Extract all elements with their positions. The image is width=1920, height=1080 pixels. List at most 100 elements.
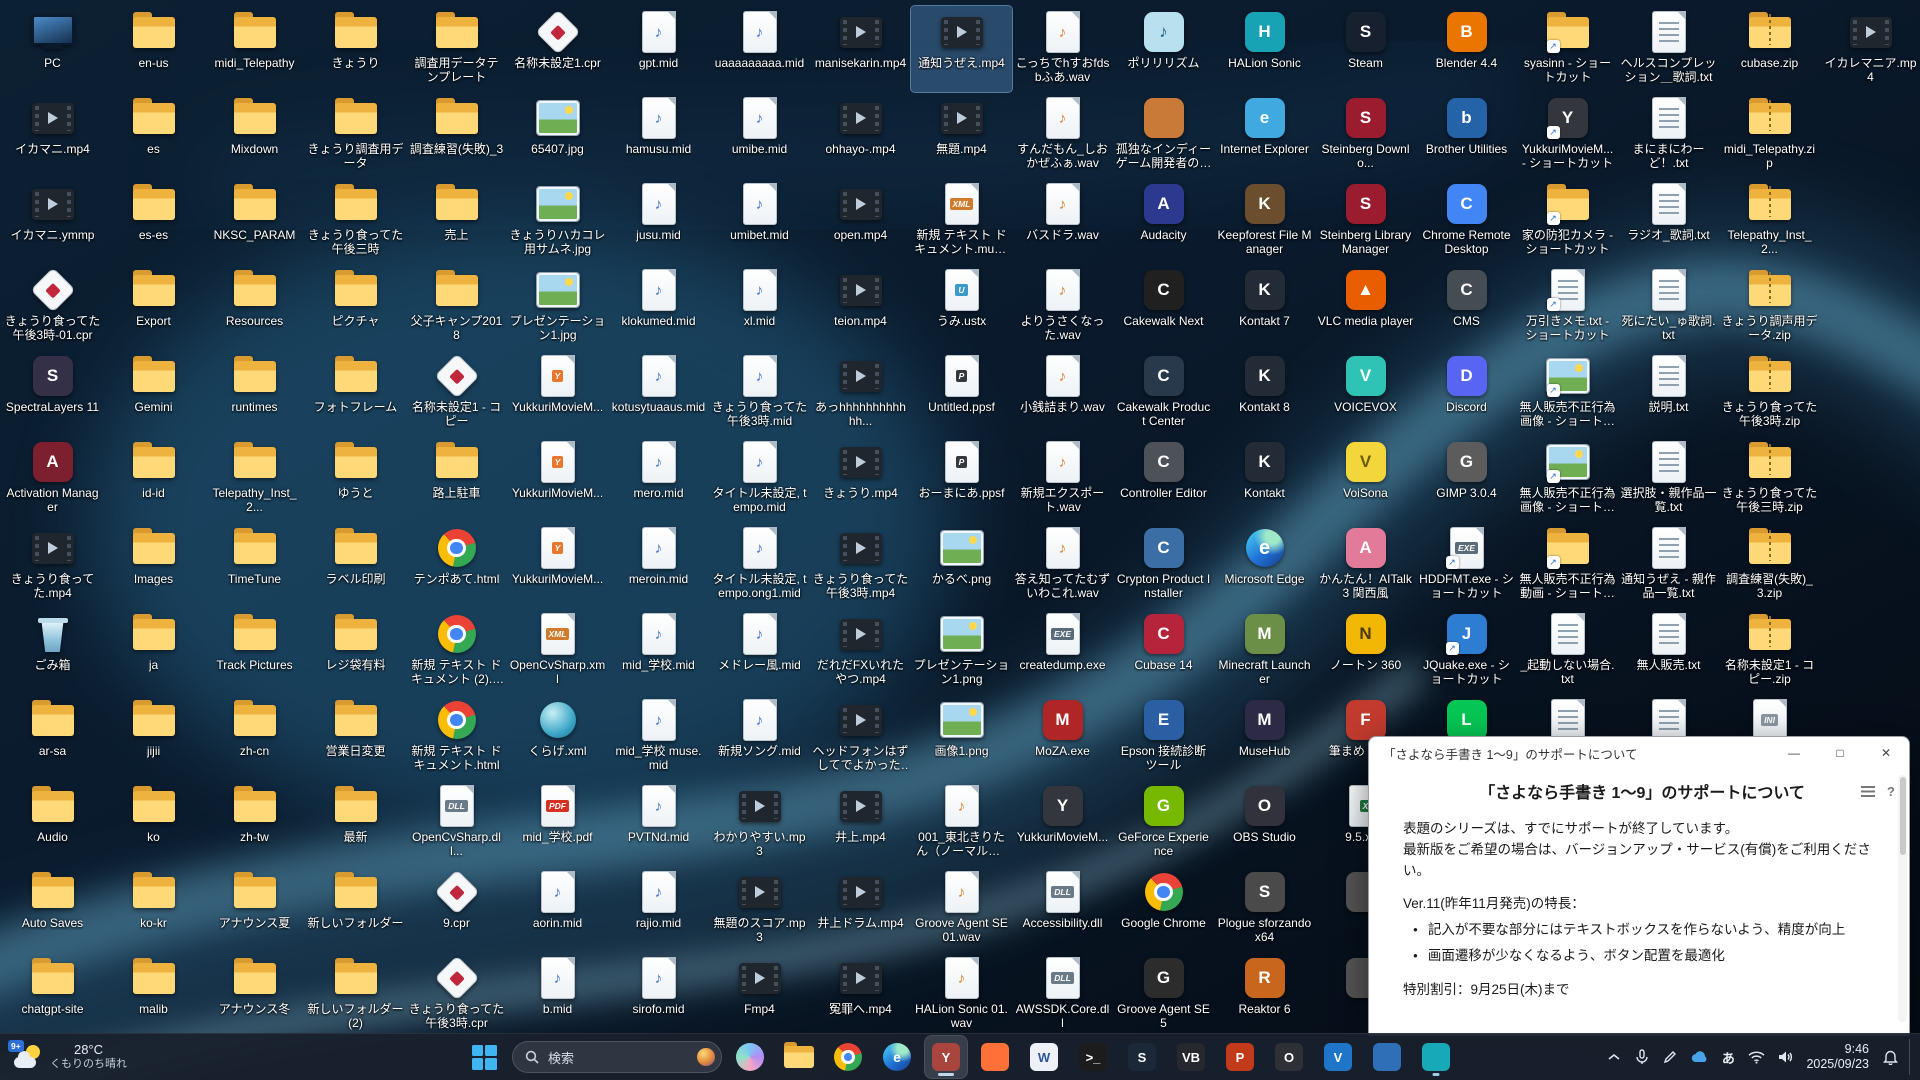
desktop-icon[interactable]: きょうり食ってた.mp4 bbox=[2, 522, 103, 608]
desktop-icon[interactable]: GGroove Agent SE 5 bbox=[1113, 952, 1214, 1034]
desktop-icon[interactable]: cubase.zip bbox=[1719, 6, 1820, 92]
desktop-icon[interactable]: ♪meroin.mid bbox=[608, 522, 709, 608]
desktop-icon[interactable]: ♪b.mid bbox=[507, 952, 608, 1034]
desktop-icon[interactable]: ピクチャ bbox=[305, 264, 406, 350]
tray-pen-button[interactable] bbox=[1657, 1039, 1683, 1075]
desktop-icon[interactable]: jijii bbox=[103, 694, 204, 780]
desktop-icon[interactable]: Pおーまにあ.ppsf bbox=[911, 436, 1012, 522]
desktop-icon[interactable]: malib bbox=[103, 952, 204, 1034]
desktop-icon[interactable]: zh-cn bbox=[204, 694, 305, 780]
desktop-icon[interactable]: きょうり食ってた午後三時 bbox=[305, 178, 406, 264]
desktop-icon[interactable]: ♪uaaaaaaaaa.mid bbox=[709, 6, 810, 92]
desktop-icon[interactable]: 新しいフォルダー (2) bbox=[305, 952, 406, 1034]
desktop-icon[interactable]: イカマニ.mp4 bbox=[2, 92, 103, 178]
desktop-icon[interactable]: SSpectraLayers 11 bbox=[2, 350, 103, 436]
desktop-icon[interactable]: DLLOpenCvSharp.dll... bbox=[406, 780, 507, 866]
desktop-icon[interactable]: テンポあて.html bbox=[406, 522, 507, 608]
wifi-button[interactable] bbox=[1743, 1039, 1770, 1075]
desktop-icon[interactable]: イカレマニア.mp4 bbox=[1820, 6, 1920, 92]
desktop-icon[interactable]: きょうり bbox=[305, 6, 406, 92]
desktop-icon[interactable]: ♪答え知ってたむずいわこれ.wav bbox=[1012, 522, 1113, 608]
desktop-icon[interactable]: 無題のスコア.mp3 bbox=[709, 866, 810, 952]
desktop-icon[interactable]: 新規 テキスト ドキュメント (2).html bbox=[406, 608, 507, 694]
taskbar-app-voicemeeter[interactable]: VB bbox=[1170, 1036, 1212, 1078]
desktop-icon[interactable]: ♪PVTNd.mid bbox=[608, 780, 709, 866]
desktop-icon[interactable]: JJQuake.exe - ショートカット bbox=[1416, 608, 1517, 694]
desktop-icon[interactable]: ar-sa bbox=[2, 694, 103, 780]
desktop-icon[interactable]: アナウンス冬 bbox=[204, 952, 305, 1034]
desktop-icon[interactable]: Mixdown bbox=[204, 92, 305, 178]
desktop-icon[interactable]: だれだFXいれたやつ.mp4 bbox=[810, 608, 911, 694]
desktop-icon[interactable]: bBrother Utilities bbox=[1416, 92, 1517, 178]
desktop-icon[interactable]: manisekarin.mp4 bbox=[810, 6, 911, 92]
ime-indicator[interactable]: あ bbox=[1715, 1039, 1741, 1075]
taskbar-app-obs-studio[interactable]: O bbox=[1268, 1036, 1310, 1078]
desktop-icon[interactable]: 65407.jpg bbox=[507, 92, 608, 178]
desktop-icon[interactable]: きょうり食ってた午後3時.cpr bbox=[406, 952, 507, 1034]
desktop-icon[interactable]: PC bbox=[2, 6, 103, 92]
desktop-icon[interactable]: KKontakt 7 bbox=[1214, 264, 1315, 350]
desktop-icon[interactable]: VVOICEVOX bbox=[1315, 350, 1416, 436]
desktop-icon[interactable]: PDFmid_学校.pdf bbox=[507, 780, 608, 866]
desktop-icon[interactable]: Google Chrome bbox=[1113, 866, 1214, 952]
desktop-icon[interactable]: ラジオ_歌詞.txt bbox=[1618, 178, 1719, 264]
desktop-icon[interactable]: es bbox=[103, 92, 204, 178]
desktop-icon[interactable]: Images bbox=[103, 522, 204, 608]
desktop-icon[interactable]: きょうり食ってた午後3時.zip bbox=[1719, 350, 1820, 436]
desktop-icon[interactable]: 孤独なインディーゲーム開発者の一生... bbox=[1113, 92, 1214, 178]
desktop-icon[interactable]: Resources bbox=[204, 264, 305, 350]
desktop-icon[interactable]: YYukkuriMovieM... bbox=[507, 350, 608, 436]
desktop-icon[interactable]: ヘッドフォンはずしてでよかった.mp4 bbox=[810, 694, 911, 780]
desktop-icon[interactable]: 死にたい_ゅ歌詞.txt bbox=[1618, 264, 1719, 350]
desktop-icon[interactable]: ♪きょうり食ってた午後3時.mid bbox=[709, 350, 810, 436]
desktop-icon[interactable]: ラベル印刷 bbox=[305, 522, 406, 608]
desktop-icon[interactable]: AAudacity bbox=[1113, 178, 1214, 264]
desktop-icon[interactable]: DLLAccessibility.dll bbox=[1012, 866, 1113, 952]
desktop-icon[interactable]: かるべ.png bbox=[911, 522, 1012, 608]
taskbar-app-fudemame[interactable] bbox=[1415, 1036, 1457, 1078]
tray-microphone-button[interactable] bbox=[1629, 1039, 1655, 1075]
desktop-icon[interactable]: わかりやすい.mp3 bbox=[709, 780, 810, 866]
desktop-icon[interactable]: SSteinberg Downlo... bbox=[1315, 92, 1416, 178]
taskbar-app-terminal[interactable]: >_ bbox=[1072, 1036, 1114, 1078]
desktop-icon[interactable]: きょうり.mp4 bbox=[810, 436, 911, 522]
desktop-icon[interactable]: ♪小銭詰まり.wav bbox=[1012, 350, 1113, 436]
desktop-icon[interactable]: KKontakt bbox=[1214, 436, 1315, 522]
taskbar-app-firefox[interactable] bbox=[974, 1036, 1016, 1078]
desktop-icon[interactable]: BBlender 4.4 bbox=[1416, 6, 1517, 92]
desktop-icon[interactable]: きょうりハカコレ用サムネ.jpg bbox=[507, 178, 608, 264]
desktop-icon[interactable]: Telepathy_Inst_2... bbox=[1719, 178, 1820, 264]
desktop-icon[interactable]: MMoZA.exe bbox=[1012, 694, 1113, 780]
desktop-icon[interactable]: teion.mp4 bbox=[810, 264, 911, 350]
desktop-icon[interactable]: 調査用データテンプレート bbox=[406, 6, 507, 92]
desktop-icon[interactable]: ♪バスドラ.wav bbox=[1012, 178, 1113, 264]
desktop-icon[interactable]: ♪メドレー風.mid bbox=[709, 608, 810, 694]
desktop-icon[interactable]: TimeTune bbox=[204, 522, 305, 608]
desktop-icon[interactable]: ♪新規エクスポート.wav bbox=[1012, 436, 1113, 522]
desktop-icon[interactable]: _起動しない場合.txt bbox=[1517, 608, 1618, 694]
notification-bell-button[interactable] bbox=[1877, 1039, 1903, 1075]
desktop-icon[interactable]: ゆうと bbox=[305, 436, 406, 522]
desktop-icon[interactable]: ♪mid_学校 muse.mid bbox=[608, 694, 709, 780]
clock[interactable]: 9:46 2025/09/23 bbox=[1800, 1039, 1875, 1075]
desktop-icon[interactable]: 説明.txt bbox=[1618, 350, 1719, 436]
taskbar-app-photos[interactable] bbox=[1366, 1036, 1408, 1078]
desktop-icon[interactable]: ♪kotusytuaaus.mid bbox=[608, 350, 709, 436]
desktop-icon[interactable]: Export bbox=[103, 264, 204, 350]
desktop-icon[interactable]: 万引きメモ.txt - ショートカット bbox=[1517, 264, 1618, 350]
desktop-icon[interactable]: あっhhhhhhhhhhhh... bbox=[810, 350, 911, 436]
desktop-icon[interactable]: フォトフレーム bbox=[305, 350, 406, 436]
desktop-icon[interactable]: ♪よりうさくなった.wav bbox=[1012, 264, 1113, 350]
desktop-icon[interactable]: PUntitled.ppsf bbox=[911, 350, 1012, 436]
desktop-icon[interactable]: MMuseHub bbox=[1214, 694, 1315, 780]
desktop-icon[interactable]: id-id bbox=[103, 436, 204, 522]
close-button[interactable]: ✕ bbox=[1863, 737, 1909, 769]
desktop-icon[interactable]: 画像1.png bbox=[911, 694, 1012, 780]
desktop-icon[interactable]: 営業日変更 bbox=[305, 694, 406, 780]
desktop-icon[interactable]: Fmp4 bbox=[709, 952, 810, 1034]
desktop-icon[interactable]: ♪aorin.mid bbox=[507, 866, 608, 952]
desktop-icon[interactable]: OOBS Studio bbox=[1214, 780, 1315, 866]
desktop-icon[interactable]: プレゼンテーション1.jpg bbox=[507, 264, 608, 350]
desktop-icon[interactable]: CChrome Remote Desktop bbox=[1416, 178, 1517, 264]
taskbar-app-word-app[interactable]: W bbox=[1023, 1036, 1065, 1078]
